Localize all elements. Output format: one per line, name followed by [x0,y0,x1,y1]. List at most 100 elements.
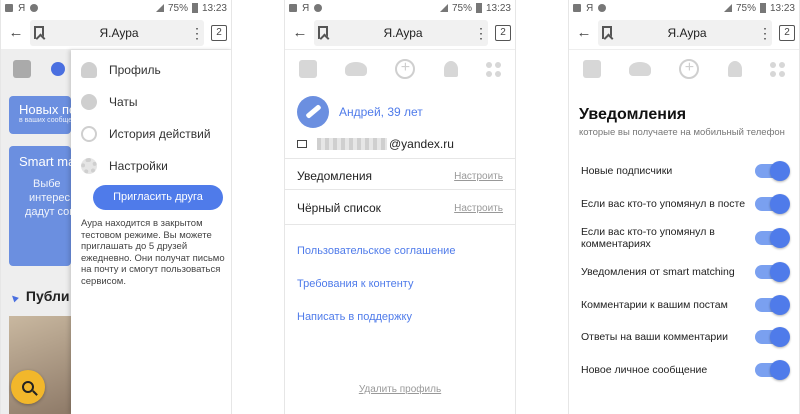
app-nav [285,52,515,86]
notification-setting: Если вас кто-то упомянул в посте [581,194,790,214]
setting-label: Комментарии к вашим постам [581,299,728,311]
beta-notice: Аура находится в закрытом тестовом режим… [81,218,225,287]
configure-link[interactable]: Настроить [454,203,503,214]
feed-icon[interactable] [583,60,602,78]
setting-toggle[interactable] [755,161,790,181]
divider [285,158,515,159]
more-menu-icon[interactable]: ⋮ [758,26,772,40]
tab-switcher-button[interactable]: 2 [211,24,227,41]
card-title: Новых по [19,102,71,117]
screen-notifications: Я 75% 13:23 ← Я.Аура ⋮ 2 Уведомления кото… [568,0,800,414]
delete-profile-link[interactable]: Удалить профиль [285,384,515,395]
email-row: @yandex.ru [297,137,454,151]
carrier-label: Я [586,2,594,14]
setting-toggle[interactable] [755,194,790,214]
configure-link[interactable]: Настроить [454,171,503,182]
content-rules-link[interactable]: Требования к контенту [297,278,413,290]
support-link[interactable]: Написать в поддержку [297,311,412,323]
more-menu-icon[interactable]: ⋮ [474,26,488,40]
search-button[interactable] [11,370,45,404]
notification-setting: Новые подписчики [581,161,790,181]
setting-label: Если вас кто-то упомянул в комментариях [581,226,715,250]
setting-toggle[interactable] [755,228,790,248]
bookmark-icon[interactable] [602,26,612,39]
clock: 13:23 [485,2,511,14]
card-line: дадут согла [25,206,71,218]
bookmark-icon[interactable] [318,26,328,39]
setting-toggle[interactable] [755,360,790,380]
profile-header[interactable]: Андрей, 39 лет [297,96,423,128]
add-icon[interactable] [395,59,416,79]
setting-label: Новые подписчики [581,165,673,177]
browser-toolbar: ← Я.Аура ⋮ 2 [1,16,231,50]
setting-label: Уведомления от smart matching [581,266,735,278]
notifications-title: Уведомления [579,106,687,123]
clock: 13:23 [201,2,227,14]
notifications-subtitle: которые вы получаете на мобильный телефо… [579,127,785,138]
card-subtitle: в ваших сообще [19,117,71,124]
more-menu-icon[interactable]: ⋮ [190,26,204,40]
menu-item-profile[interactable]: Профиль [81,62,161,78]
back-arrow-icon[interactable]: ← [289,24,311,41]
battery-icon [475,3,482,13]
feed-icon [13,60,31,78]
signal-icon [155,4,164,12]
user-agreement-link[interactable]: Пользовательское соглашение [297,245,455,257]
people-icon[interactable] [345,62,368,76]
card-line: Выбе [33,178,61,190]
card-line: интерес [29,192,70,204]
menu-item-label: Настройки [109,159,168,173]
battery-percent: 75% [167,2,188,14]
setting-toggle[interactable] [755,295,790,315]
app-nav [569,52,799,86]
bookmark-icon[interactable] [34,26,44,39]
page-title: Я.Аура [383,25,423,40]
menu-item-settings[interactable]: Настройки [81,158,168,174]
profile-name: Андрей, 39 лет [339,105,423,119]
tab-switcher-button[interactable]: 2 [779,24,795,41]
app-notification-icon [314,4,323,12]
bell-icon[interactable] [727,61,742,77]
battery-icon [191,3,198,13]
grid-icon[interactable] [769,61,785,77]
setting-label: Ответы на ваши комментарии [581,331,728,343]
setting-toggle[interactable] [755,262,790,282]
address-bar[interactable]: Я.Аура ⋮ [598,19,772,46]
battery-percent: 75% [451,2,472,14]
address-bar[interactable]: Я.Аура ⋮ [314,19,488,46]
public-section-title: Публи [9,288,70,304]
clock: 13:23 [769,2,795,14]
image-notification-icon [573,4,581,12]
setting-toggle[interactable] [755,327,790,347]
new-posts-card: Новых по в ваших сообще [9,96,71,134]
menu-item-label: История действий [109,127,211,141]
image-notification-icon [289,4,297,12]
menu-item-chats[interactable]: Чаты [81,94,138,110]
avatar [297,96,329,128]
notifications-row: Уведомления Настроить [297,165,503,187]
back-arrow-icon[interactable]: ← [5,24,27,41]
invite-friend-button[interactable]: Пригласить друга [93,185,223,210]
address-bar[interactable]: Я.Аура ⋮ [30,19,204,46]
feed-icon[interactable] [299,60,318,78]
browser-toolbar: ← Я.Аура ⋮ 2 [285,16,515,50]
notification-setting: Уведомления от smart matching [581,262,790,282]
bell-icon[interactable] [443,61,458,77]
grid-icon[interactable] [485,61,501,77]
setting-label: Новое личное сообщение [581,364,708,376]
image-notification-icon [5,4,13,12]
background-nav [1,54,71,84]
status-bar: Я 75% 13:23 [285,0,515,16]
back-arrow-icon[interactable]: ← [573,24,595,41]
row-label: Уведомления [297,169,373,183]
menu-item-history[interactable]: История действий [81,126,211,142]
tab-switcher-button[interactable]: 2 [495,24,511,41]
side-menu-drawer: Профиль Чаты История действий Настройки … [71,50,231,414]
history-icon [81,126,97,142]
menu-item-label: Профиль [109,63,161,77]
notification-setting: Если вас кто-то упомянул в комментариях [581,226,790,250]
search-icon [22,381,34,393]
people-icon[interactable] [629,62,652,76]
app-notification-icon [30,4,39,12]
add-icon[interactable] [679,59,700,79]
